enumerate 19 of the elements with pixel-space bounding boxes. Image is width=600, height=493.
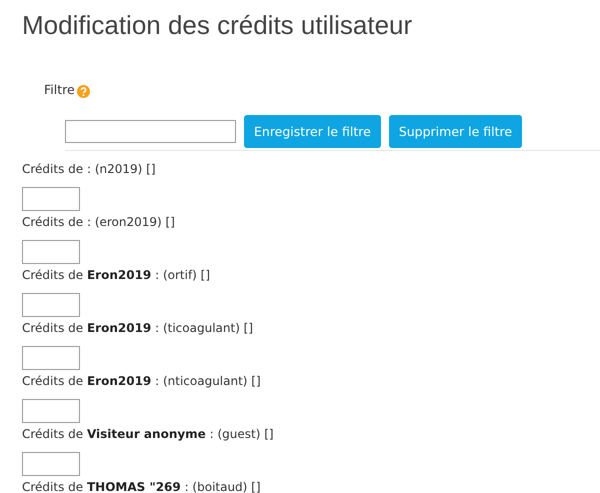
credit-label: Crédits de Eron2019 : (ortif) [] (22, 267, 210, 284)
filter-button[interactable]: Supprimer le filtre (388, 115, 522, 148)
credit-label: Crédits de Eron2019 : (ticoagulant) [] (22, 320, 254, 337)
credit-input[interactable] (22, 293, 80, 317)
page-title: Modification des crédits utilisateur (22, 9, 414, 42)
credit-input[interactable] (22, 240, 80, 264)
credit-input[interactable] (22, 187, 80, 211)
credit-label: Crédits de : (eron2019) [] (22, 214, 175, 231)
filter-input[interactable] (65, 120, 236, 143)
credit-input[interactable] (22, 346, 80, 370)
credit-label: Crédits de Eron2019 : (nticoagulant) [] (22, 373, 261, 390)
filter-button[interactable]: Enregistrer le filtre (244, 115, 381, 148)
filter-label: Filtre (44, 82, 75, 96)
credit-label: Crédits de : (n2019) [] (22, 161, 156, 178)
help-icon[interactable] (76, 84, 90, 98)
credit-input[interactable] (22, 452, 80, 476)
credit-input[interactable] (22, 399, 80, 423)
credit-label: Crédits de THOMAS "269 : (boitaud) [] (22, 479, 261, 493)
credit-label: Crédits de Visiteur anonyme : (guest) [] (22, 426, 274, 443)
